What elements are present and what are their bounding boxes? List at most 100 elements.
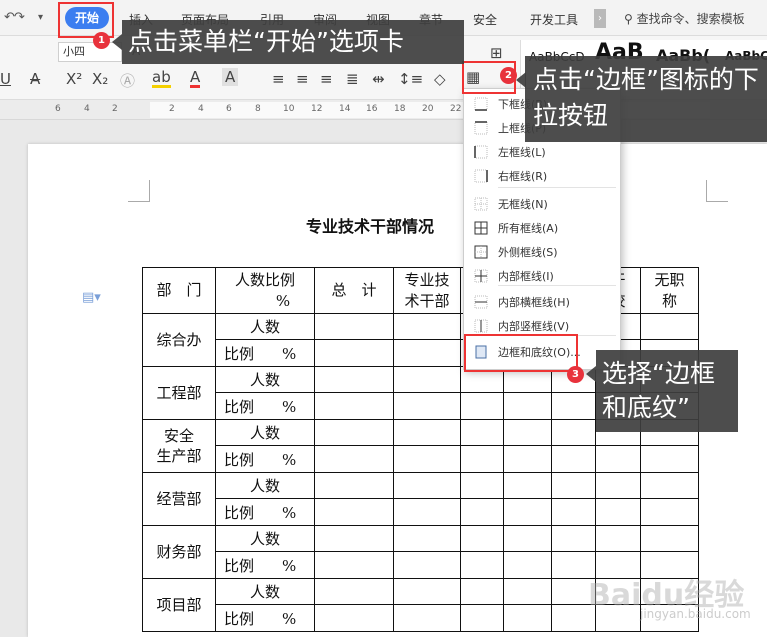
table-cell[interactable]: [393, 339, 461, 367]
subscript-icon[interactable]: X₂: [92, 70, 108, 88]
row-label-ratio[interactable]: 比例%: [215, 551, 315, 579]
table-cell[interactable]: [393, 472, 461, 499]
table-cell[interactable]: [314, 366, 394, 393]
quick-access-dropdown-icon[interactable]: ▾: [38, 12, 43, 23]
menu-item-border-inside-h[interactable]: 内部横框线(H): [464, 291, 620, 313]
table-cell[interactable]: [640, 525, 699, 552]
table-cell[interactable]: [314, 578, 394, 605]
row-label-ratio[interactable]: 比例%: [215, 339, 315, 367]
table-cell[interactable]: [640, 498, 699, 526]
table-cell[interactable]: [393, 551, 461, 579]
underline-icon[interactable]: U: [0, 70, 11, 88]
dept-cell[interactable]: 经营部: [142, 472, 216, 526]
table-cell[interactable]: [314, 604, 394, 632]
table-cell[interactable]: [460, 604, 504, 632]
table-cell[interactable]: [640, 313, 699, 340]
tab-security[interactable]: 安全: [473, 11, 497, 28]
row-label-count[interactable]: 人数: [215, 313, 315, 340]
menu-item-border-none[interactable]: 无框线(N): [464, 193, 620, 215]
row-label-count[interactable]: 人数: [215, 472, 315, 499]
row-label-ratio[interactable]: 比例%: [215, 604, 315, 632]
table-cell[interactable]: [595, 498, 641, 526]
search-command-box[interactable]: ⚲ 查找命令、搜索模板: [624, 10, 745, 27]
table-cell[interactable]: [640, 445, 699, 473]
table-cell[interactable]: [503, 445, 552, 473]
table-cell[interactable]: [314, 525, 394, 552]
table-cell[interactable]: [503, 419, 552, 446]
font-color-icon[interactable]: A: [190, 70, 201, 88]
table-cell[interactable]: [551, 445, 596, 473]
table-cell[interactable]: [314, 498, 394, 526]
row-label-ratio[interactable]: 比例%: [215, 498, 315, 526]
table-cell[interactable]: [393, 392, 461, 420]
table-cell[interactable]: [393, 419, 461, 446]
header-no-title[interactable]: 无职称: [640, 267, 699, 314]
menu-item-border-inside[interactable]: 内部框线(I): [464, 265, 620, 287]
table-cell[interactable]: [503, 551, 552, 579]
row-label-count[interactable]: 人数: [215, 525, 315, 552]
dept-cell[interactable]: 安全 生产部: [142, 419, 216, 473]
table-cell[interactable]: [393, 578, 461, 605]
dept-cell[interactable]: 综合办: [142, 313, 216, 367]
row-label-ratio[interactable]: 比例%: [215, 445, 315, 473]
table-insert-icon[interactable]: ⊞: [490, 44, 503, 62]
row-label-count[interactable]: 人数: [215, 419, 315, 446]
header-total[interactable]: 总 计: [314, 267, 394, 314]
table-cell[interactable]: [314, 339, 394, 367]
table-cell[interactable]: [393, 445, 461, 473]
table-cell[interactable]: [503, 578, 552, 605]
superscript-icon[interactable]: X²: [66, 70, 82, 88]
dept-cell[interactable]: 项目部: [142, 578, 216, 632]
menu-item-border-all[interactable]: 所有框线(A): [464, 217, 620, 239]
chevron-right-icon[interactable]: ›: [594, 9, 606, 28]
table-cell[interactable]: [503, 498, 552, 526]
table-cell[interactable]: [314, 472, 394, 499]
align-center-icon[interactable]: ≡: [296, 70, 309, 88]
menu-item-border-left[interactable]: 左框线(L): [464, 141, 620, 163]
justify-icon[interactable]: ≣: [346, 70, 359, 88]
table-cell[interactable]: [393, 313, 461, 340]
table-cell[interactable]: [314, 313, 394, 340]
dept-cell[interactable]: 财务部: [142, 525, 216, 579]
table-cell[interactable]: [595, 472, 641, 499]
table-cell[interactable]: [460, 551, 504, 579]
table-cell[interactable]: [551, 419, 596, 446]
line-spacing-icon[interactable]: ↕≡: [398, 70, 423, 88]
table-cell[interactable]: [393, 366, 461, 393]
table-cell[interactable]: [503, 392, 552, 420]
char-shading-icon[interactable]: A: [222, 68, 239, 86]
header-professional[interactable]: 专业技 术干部: [393, 267, 461, 314]
table-cell[interactable]: [314, 392, 394, 420]
table-cell[interactable]: [460, 419, 504, 446]
row-label-ratio[interactable]: 比例%: [215, 392, 315, 420]
tab-developer[interactable]: 开发工具: [530, 11, 578, 28]
align-left-icon[interactable]: ≡: [272, 70, 285, 88]
table-cell[interactable]: [393, 525, 461, 552]
table-cell[interactable]: [393, 604, 461, 632]
distributed-icon[interactable]: ⇹: [372, 70, 385, 88]
table-cell[interactable]: [460, 472, 504, 499]
table-cell[interactable]: [393, 498, 461, 526]
row-label-count[interactable]: 人数: [215, 366, 315, 393]
dept-cell[interactable]: 工程部: [142, 366, 216, 420]
table-cell[interactable]: [503, 525, 552, 552]
align-right-icon[interactable]: ≡: [320, 70, 333, 88]
table-cell[interactable]: [640, 472, 699, 499]
table-cell[interactable]: [314, 551, 394, 579]
menu-item-border-right[interactable]: 右框线(R): [464, 165, 620, 187]
table-cell[interactable]: [460, 392, 504, 420]
table-cell[interactable]: [460, 498, 504, 526]
table-cell[interactable]: [595, 445, 641, 473]
table-cell[interactable]: [503, 604, 552, 632]
menu-item-border-outside[interactable]: 外侧框线(S): [464, 241, 620, 263]
table-cell[interactable]: [460, 525, 504, 552]
row-label-count[interactable]: 人数: [215, 578, 315, 605]
table-cell[interactable]: [314, 419, 394, 446]
table-cell[interactable]: [314, 445, 394, 473]
paragraph-handle-icon[interactable]: ▤▾: [82, 290, 101, 305]
redo-icon[interactable]: ↷: [14, 10, 25, 25]
table-cell[interactable]: [460, 445, 504, 473]
table-cell[interactable]: [595, 525, 641, 552]
text-effect-icon[interactable]: Ⓐ: [120, 70, 135, 91]
header-dept[interactable]: 部 门: [142, 267, 216, 314]
